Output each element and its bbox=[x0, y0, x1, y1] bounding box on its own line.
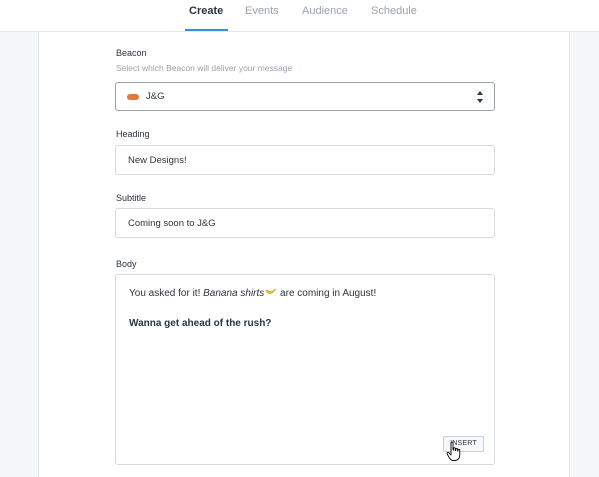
body-paragraph-1: You asked for it! Banana shirts are comi… bbox=[129, 288, 376, 299]
beacon-color-dot bbox=[127, 94, 139, 100]
tab-bar: Create Events Audience Schedule bbox=[0, 0, 599, 32]
select-arrows-icon bbox=[477, 91, 483, 103]
body-text-rest: are coming in August! bbox=[277, 288, 377, 299]
body-text-intro: You asked for it! bbox=[129, 288, 204, 299]
tab-create[interactable]: Create bbox=[189, 5, 223, 17]
heading-label: Heading bbox=[116, 129, 150, 139]
tab-events[interactable]: Events bbox=[245, 5, 279, 17]
beacon-hint: Select which Beacon will deliver your me… bbox=[116, 63, 293, 73]
body-editor[interactable]: You asked for it! Banana shirts are comi… bbox=[115, 274, 495, 465]
top-navigation: Create Events Audience Schedule bbox=[0, 0, 599, 32]
beacon-select[interactable]: J&G bbox=[115, 82, 495, 111]
tab-schedule[interactable]: Schedule bbox=[371, 5, 417, 17]
subtitle-label: Subtitle bbox=[116, 193, 147, 203]
body-text-italic: Banana shirts bbox=[203, 288, 265, 299]
beacon-label: Beacon bbox=[116, 48, 147, 58]
hand-cursor-icon bbox=[446, 441, 461, 461]
heading-input[interactable] bbox=[115, 145, 495, 175]
banana-icon bbox=[265, 288, 277, 295]
beacon-select-value: J&G bbox=[146, 91, 165, 102]
tab-audience[interactable]: Audience bbox=[302, 5, 348, 17]
active-tab-indicator bbox=[185, 29, 228, 31]
body-label: Body bbox=[116, 259, 137, 269]
body-paragraph-2: Wanna get ahead of the rush? bbox=[129, 318, 272, 329]
subtitle-input[interactable] bbox=[115, 208, 495, 238]
